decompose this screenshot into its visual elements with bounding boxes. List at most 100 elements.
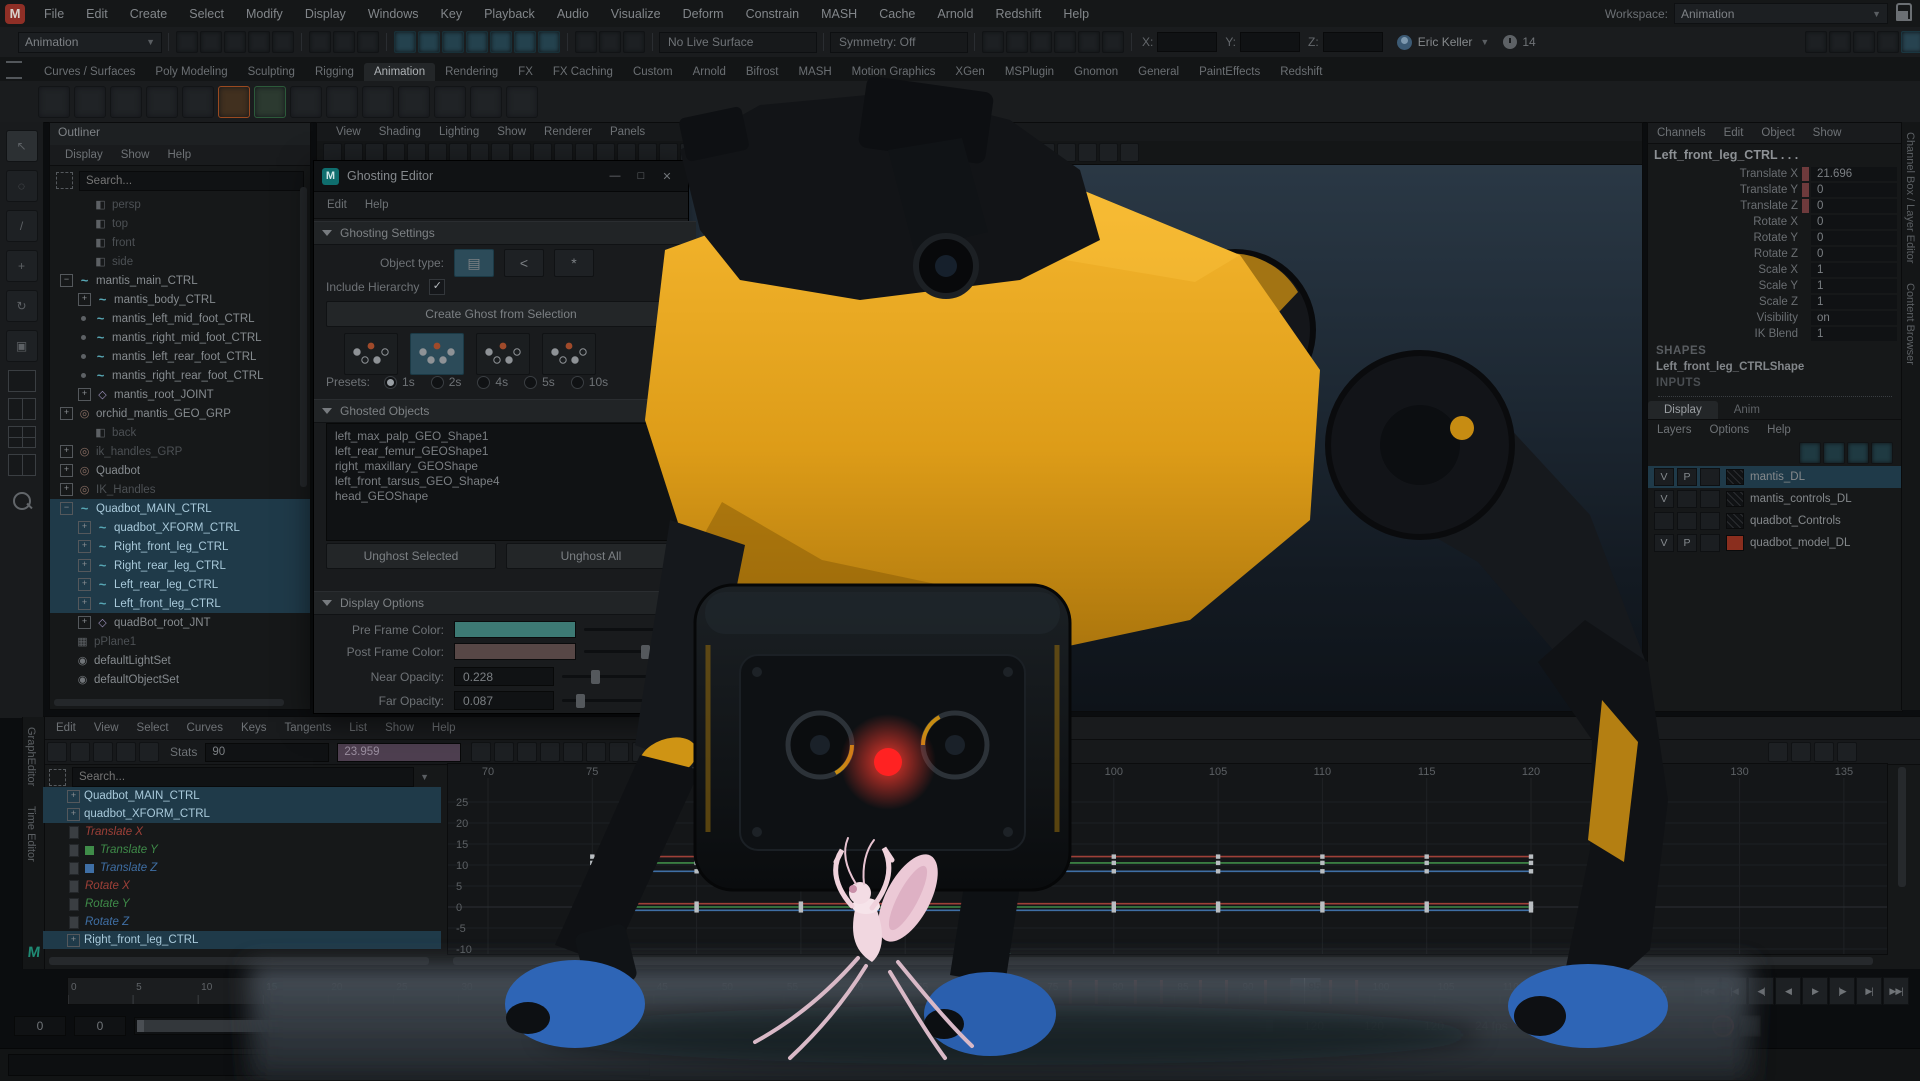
channel-box-menu-show[interactable]: Show (1804, 127, 1851, 139)
menu-key[interactable]: Key (430, 7, 474, 21)
layer-tab-anim[interactable]: Anim (1718, 401, 1776, 419)
move-tool[interactable]: + (6, 250, 38, 282)
channel-rotate-z[interactable]: Rotate Z0 (1648, 246, 1902, 262)
anim-prefs-icon[interactable] (1685, 1015, 1707, 1037)
outliner-item-back[interactable]: ◧back (50, 423, 310, 442)
viewport-menu-shading[interactable]: Shading (370, 126, 430, 138)
expander-icon[interactable]: + (60, 407, 73, 420)
expander-icon[interactable]: + (78, 540, 91, 553)
outliner-item-defaultlightset[interactable]: ◉defaultLightSet (50, 651, 310, 670)
outliner-vscrollbar[interactable] (300, 187, 307, 487)
graph-view-icon-4[interactable] (1837, 742, 1857, 762)
shelf-icon-10[interactable] (362, 86, 394, 118)
graph-tool-icon-2[interactable] (70, 742, 90, 762)
viewport-menu-lighting[interactable]: Lighting (430, 126, 488, 138)
shelf-icon-6[interactable] (218, 86, 250, 118)
graph-tangent-icon-6[interactable] (586, 742, 606, 762)
shelf-icon-3[interactable] (110, 86, 142, 118)
two-pane-layout-button[interactable] (8, 398, 36, 420)
rotate-tool[interactable]: ↻ (6, 290, 38, 322)
shelf-tab-mash[interactable]: MASH (788, 63, 841, 81)
filter-icon[interactable] (49, 769, 66, 786)
graph-menu-tangents[interactable]: Tangents (276, 722, 341, 734)
ghosted-object-item[interactable]: left_front_tarsus_GEO_Shape4 (335, 474, 683, 489)
range-start-field-1[interactable]: 0 (14, 1016, 66, 1036)
layer-menu-help[interactable]: Help (1758, 424, 1800, 436)
render-settings-icon[interactable] (1054, 31, 1076, 53)
expander-icon[interactable]: + (67, 790, 80, 803)
channel-value[interactable]: 0 (1811, 231, 1897, 245)
graph-view-icon-2[interactable] (1791, 742, 1811, 762)
channel-box-menu-channels[interactable]: Channels (1648, 127, 1715, 139)
current-time-field[interactable]: 95 (1637, 979, 1685, 1003)
menu-mash[interactable]: MASH (810, 7, 868, 21)
channel-scale-x[interactable]: Scale X1 (1648, 262, 1902, 278)
redo-icon[interactable] (272, 31, 294, 53)
snap-mesh-icon[interactable] (538, 31, 560, 53)
move-layer-up-icon[interactable] (1799, 442, 1821, 464)
shelf-icon-13[interactable] (470, 86, 502, 118)
expander-icon[interactable]: + (78, 521, 91, 534)
expander-icon[interactable]: + (78, 597, 91, 610)
humanik-icon[interactable] (1829, 31, 1851, 53)
shelf-menu-icon[interactable] (6, 61, 22, 79)
filter-icon[interactable] (56, 172, 73, 189)
shape-name[interactable]: Left_front_leg_CTRLShape (1648, 360, 1902, 374)
range-start-field-2[interactable]: 0 (74, 1016, 126, 1036)
layer-mantis-dl[interactable]: VPmantis_DL (1648, 466, 1902, 488)
graph-item-translate-y[interactable]: Translate Y (43, 841, 441, 859)
viewport-display-icon-7[interactable] (1078, 143, 1097, 162)
shelf-tab-curves-surfaces[interactable]: Curves / Surfaces (34, 63, 145, 81)
graph-tool-icon-3[interactable] (93, 742, 113, 762)
near-opacity-slider[interactable] (562, 675, 666, 678)
snap-curve-icon[interactable] (418, 31, 440, 53)
layer-ref-toggle[interactable] (1700, 468, 1720, 486)
range-slider[interactable] (134, 1017, 1276, 1035)
outliner-item-ik-handles[interactable]: +◎IK_Handles (50, 480, 310, 499)
layer-color-swatch[interactable] (1726, 535, 1744, 551)
channel-scale-z[interactable]: Scale Z1 (1648, 294, 1902, 310)
scale-tool[interactable]: ▣ (6, 330, 38, 362)
viewport-display-icon-3[interactable] (994, 143, 1013, 162)
channel-value[interactable]: 0 (1811, 215, 1897, 229)
playback-loop-icon[interactable] (1613, 1015, 1635, 1037)
shelf-tab-redshift[interactable]: Redshift (1270, 63, 1332, 81)
outliner-menu-show[interactable]: Show (112, 149, 159, 161)
object-type-button-3[interactable]: * (554, 249, 594, 277)
channel-value[interactable]: 0 (1811, 199, 1897, 213)
preset-1s[interactable]: 1s (384, 375, 415, 389)
expander-icon[interactable]: + (78, 578, 91, 591)
expander-icon[interactable]: + (78, 559, 91, 572)
menu-deform[interactable]: Deform (672, 7, 735, 21)
far-opacity-slider[interactable] (562, 699, 666, 702)
ghosted-objects-header[interactable]: Ghosted Objects (314, 399, 696, 423)
expander-icon[interactable]: + (67, 808, 80, 821)
shelf-icon-12[interactable] (434, 86, 466, 118)
anim-layer-icon[interactable] (1102, 31, 1124, 53)
viewport-display-icon-6[interactable] (1057, 143, 1076, 162)
menu-audio[interactable]: Audio (546, 7, 600, 21)
layer-menu-options[interactable]: Options (1701, 424, 1759, 436)
menu-select[interactable]: Select (178, 7, 235, 21)
pane-tab-time-editor[interactable]: Time Editor (23, 796, 39, 872)
step-forward-frame-button[interactable]: |▶ (1829, 977, 1855, 1005)
channel-visibility[interactable]: Visibilityon (1648, 310, 1902, 326)
menu-windows[interactable]: Windows (357, 7, 430, 21)
menu-display[interactable]: Display (294, 7, 357, 21)
viewport-display-icon-8[interactable] (1099, 143, 1118, 162)
shelf-tab-gnomon[interactable]: Gnomon (1064, 63, 1128, 81)
persp-outliner-layout-button[interactable] (8, 454, 36, 476)
ghosted-object-item[interactable]: right_maxillary_GEOShape (335, 459, 683, 474)
graph-tangent-icon-9[interactable] (655, 742, 675, 762)
post-frame-slider[interactable] (584, 650, 666, 653)
lock-icon[interactable] (1896, 3, 1912, 21)
ghosting-editor-window[interactable]: M Ghosting Editor — □ ✕ EditHelp Ghostin… (313, 160, 689, 714)
render-sequence-icon[interactable] (1030, 31, 1052, 53)
menu-cache[interactable]: Cache (868, 7, 926, 21)
display-layer-icon[interactable] (1078, 31, 1100, 53)
ghosted-objects-list[interactable]: left_max_palp_GEO_Shape1left_rear_femur_… (326, 423, 692, 541)
viewport-display-icon-1[interactable] (952, 143, 971, 162)
menu-edit[interactable]: Edit (75, 7, 119, 21)
lasso-tool[interactable]: ◌ (6, 170, 38, 202)
graph-item-rotate-x[interactable]: Rotate X (43, 877, 441, 895)
